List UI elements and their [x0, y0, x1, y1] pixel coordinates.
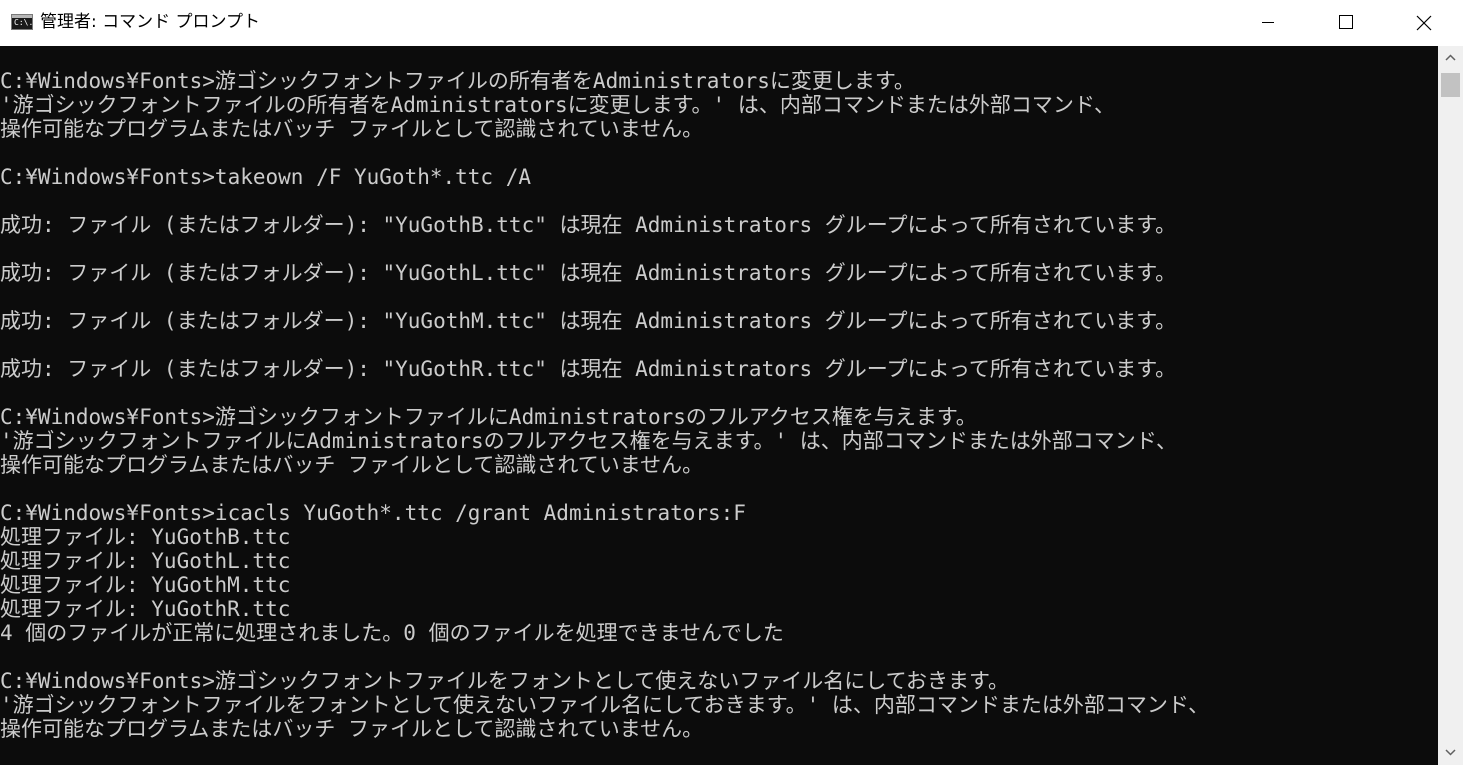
console-line: 4 個のファイルが正常に処理されました。0 個のファイルを処理できませんでした	[0, 621, 784, 645]
console-line: C:¥Windows¥Fonts>游ゴシックフォントファイルをフォントとして使え…	[0, 669, 1009, 693]
console-line: 処理ファイル: YuGothB.ttc	[0, 525, 291, 549]
console-line: 処理ファイル: YuGothR.ttc	[0, 597, 291, 621]
scroll-down-icon	[1445, 749, 1456, 756]
console-line: 処理ファイル: YuGothL.ttc	[0, 549, 291, 573]
console-line: 操作可能なプログラムまたはバッチ ファイルとして認識されていません。	[0, 717, 704, 741]
scroll-up-icon	[1445, 54, 1456, 61]
maximize-button[interactable]	[1307, 0, 1385, 46]
console-line: 操作可能なプログラムまたはバッチ ファイルとして認識されていません。	[0, 453, 704, 477]
console-line: C:¥Windows¥Fonts>takeown /F YuGoth*.ttc …	[0, 165, 532, 189]
console-line: 成功: ファイル (またはフォルダー): "YuGothM.ttc" は現在 A…	[0, 309, 1177, 333]
cmd-icon-glyph: C:\.	[14, 18, 34, 27]
console-line: 成功: ファイル (またはフォルダー): "YuGothB.ttc" は現在 A…	[0, 213, 1177, 237]
minimize-button[interactable]	[1229, 0, 1307, 46]
console-line: 操作可能なプログラムまたはバッチ ファイルとして認識されていません。	[0, 117, 704, 141]
window-title: 管理者: コマンド プロンプト	[40, 12, 261, 32]
scroll-thumb[interactable]	[1441, 73, 1460, 97]
console-line: 処理ファイル: YuGothM.ttc	[0, 573, 291, 597]
maximize-icon	[1339, 15, 1353, 29]
console-line: C:¥Windows¥Fonts>icacls YuGoth*.ttc /gra…	[0, 501, 746, 525]
console-line: '游ゴシックフォントファイルをフォントとして使えないファイル名にしておきます。'…	[0, 693, 1210, 717]
close-button[interactable]	[1385, 0, 1463, 46]
scroll-down-button[interactable]	[1438, 741, 1463, 765]
console-text: C:¥Windows¥Fonts>游ゴシックフォントファイルの所有者をAdmin…	[0, 69, 1209, 741]
console-line: C:¥Windows¥Fonts>游ゴシックフォントファイルの所有者をAdmin…	[0, 69, 915, 93]
minimize-icon	[1262, 22, 1274, 23]
console-output[interactable]: C:¥Windows¥Fonts>游ゴシックフォントファイルの所有者をAdmin…	[0, 46, 1438, 765]
close-icon	[1416, 15, 1432, 31]
title-bar[interactable]: C:\. 管理者: コマンド プロンプト	[0, 0, 1463, 46]
console-line: C:¥Windows¥Fonts>游ゴシックフォントファイルにAdministr…	[0, 405, 977, 429]
cmd-icon[interactable]: C:\.	[11, 14, 33, 30]
scroll-up-button[interactable]	[1438, 46, 1463, 70]
console-line: '游ゴシックフォントファイルの所有者をAdministratorsに変更します。…	[0, 93, 1115, 117]
console-line: '游ゴシックフォントファイルにAdministratorsのフルアクセス権を与え…	[0, 429, 1177, 453]
vertical-scrollbar[interactable]	[1438, 46, 1463, 765]
console-line: 成功: ファイル (またはフォルダー): "YuGothL.ttc" は現在 A…	[0, 261, 1177, 285]
console-window: C:\. 管理者: コマンド プロンプト C:¥Windows¥Fonts>游ゴ…	[0, 0, 1463, 765]
console-line: 成功: ファイル (またはフォルダー): "YuGothR.ttc" は現在 A…	[0, 357, 1177, 381]
